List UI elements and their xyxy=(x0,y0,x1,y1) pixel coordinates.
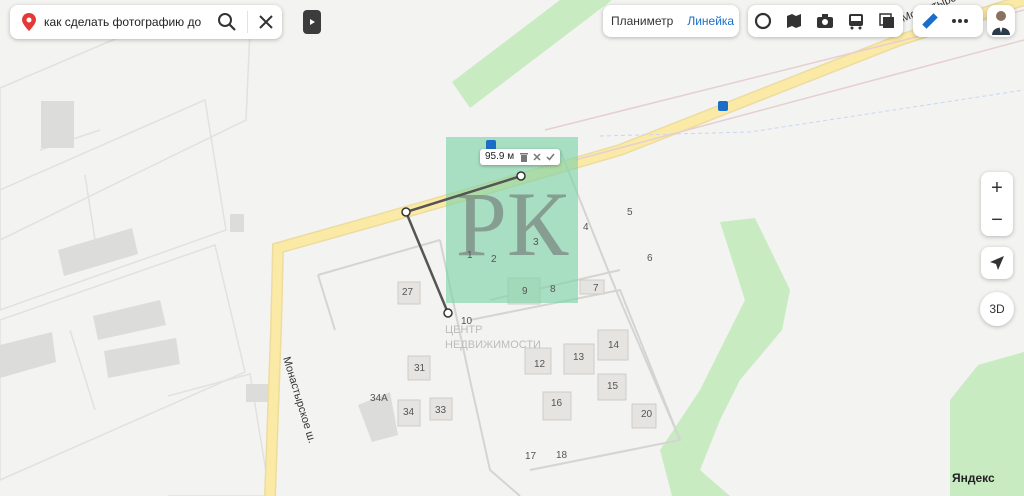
planimeter-button[interactable]: Планиметр xyxy=(611,14,673,28)
building-number: 34А xyxy=(370,393,388,404)
trash-icon[interactable] xyxy=(520,153,528,162)
copy-icon[interactable] xyxy=(878,12,896,30)
camera-icon[interactable] xyxy=(816,12,834,30)
collapse-sidebar-button[interactable] xyxy=(303,10,321,34)
building-number: 7 xyxy=(593,283,599,294)
zoom-out-button[interactable]: − xyxy=(981,204,1013,236)
ruler-button[interactable]: Линейка xyxy=(687,14,734,28)
search-box[interactable]: как сделать фотографию до 8 м xyxy=(10,5,282,39)
building-number: 2 xyxy=(491,254,497,265)
building-number: 8 xyxy=(550,284,556,295)
search-input[interactable]: как сделать фотографию до 8 м xyxy=(44,15,204,29)
map-canvas[interactable]: РК ЦЕНТР НЕДВИЖИМОСТИ 1 2 3 4 5 6 7 8 9 … xyxy=(0,0,1024,496)
map-layers-icon[interactable] xyxy=(785,12,803,30)
panorama-icon[interactable] xyxy=(754,12,772,30)
building-number: 33 xyxy=(435,405,447,416)
building-number: 31 xyxy=(414,363,426,374)
bus-icon[interactable] xyxy=(847,12,865,30)
building-number: 10 xyxy=(461,316,473,327)
close-icon[interactable] xyxy=(533,153,541,161)
watermark-letters: РК xyxy=(456,173,569,275)
measure-tools: Планиметр Линейка xyxy=(603,5,739,37)
tools-panel xyxy=(913,5,983,37)
building-number: 18 xyxy=(556,450,568,461)
building-number: 34 xyxy=(403,407,415,418)
building-number: 17 xyxy=(525,451,537,462)
distance-value: 95.9 м xyxy=(485,151,515,162)
building-number: 15 xyxy=(607,381,619,392)
locate-button[interactable] xyxy=(981,247,1013,279)
check-icon[interactable] xyxy=(546,153,555,161)
distance-label: 95.9 м xyxy=(480,149,560,165)
building-number: 9 xyxy=(522,286,528,297)
building-number: 13 xyxy=(573,352,585,363)
building-number: 14 xyxy=(608,340,620,351)
clear-search-icon[interactable] xyxy=(258,14,274,30)
building-number: 1 xyxy=(467,250,473,261)
watermark-text-2: НЕДВИЖИМОСТИ xyxy=(445,339,541,351)
building-number: 6 xyxy=(647,253,653,264)
measure-point[interactable] xyxy=(516,171,526,181)
measure-point[interactable] xyxy=(443,308,453,318)
yandex-logo[interactable]: Яндекс xyxy=(952,471,995,485)
building-number: 5 xyxy=(627,207,633,218)
building-number: 16 xyxy=(551,398,563,409)
3d-button[interactable]: 3D xyxy=(980,292,1014,326)
search-icon[interactable] xyxy=(217,12,237,32)
play-icon xyxy=(310,19,315,25)
building-number: 3 xyxy=(533,237,539,248)
avatar-icon xyxy=(992,11,1010,35)
layer-buttons xyxy=(748,5,903,37)
ruler-icon[interactable] xyxy=(921,12,939,30)
measure-point[interactable] xyxy=(401,207,411,217)
more-icon[interactable] xyxy=(951,12,969,30)
building-number: 12 xyxy=(534,359,546,370)
location-pin-icon xyxy=(22,13,36,31)
building-number: 20 xyxy=(641,409,653,420)
divider xyxy=(247,11,248,33)
zoom-in-button[interactable]: + xyxy=(981,172,1013,204)
zoom-controls: + − xyxy=(981,172,1013,236)
bus-stop-icon[interactable] xyxy=(718,101,728,111)
navigation-arrow-icon xyxy=(990,256,1004,270)
building-number: 4 xyxy=(583,222,589,233)
street-label: Монастырское ш. xyxy=(280,355,318,444)
user-avatar[interactable] xyxy=(987,5,1015,37)
building-number: 27 xyxy=(402,287,414,298)
